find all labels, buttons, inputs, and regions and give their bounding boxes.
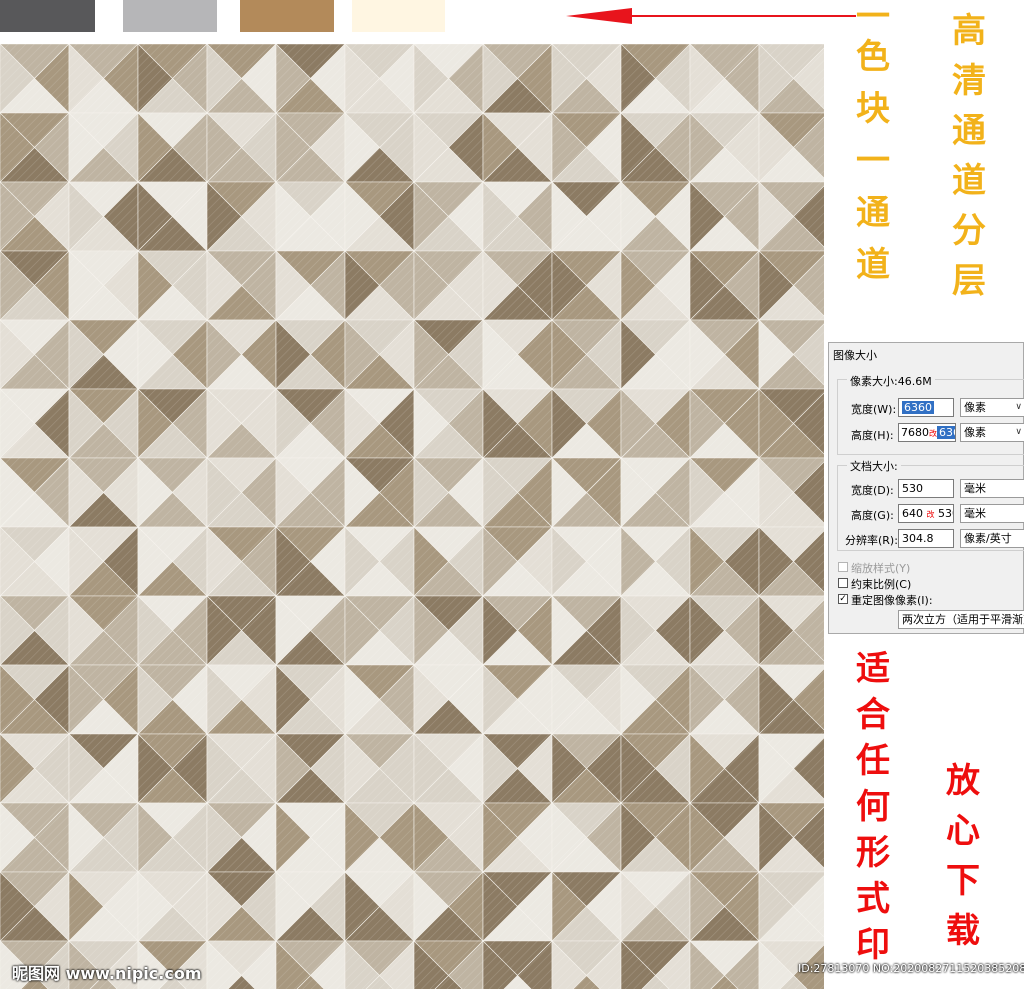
pixel-width-label: 宽度(W): [851, 403, 897, 416]
swatch-cream [352, 0, 445, 32]
annotation-char: 形 [856, 833, 890, 873]
resolution-unit-select[interactable]: 像素/英寸 [960, 529, 1024, 548]
resolution-label: 分辨率(R): [845, 534, 898, 547]
doc-width-unit: 毫米 [964, 482, 986, 495]
resample-checkbox[interactable]: ✓ [838, 594, 848, 604]
pixel-height-unit: 像素 [964, 426, 986, 439]
annotation-char: 通 [856, 193, 890, 233]
annotation-char: 任 [856, 741, 890, 781]
document-size-label: 文档大小: [847, 458, 901, 474]
constrain-proportions-label: 约束比例(C) [851, 578, 912, 591]
resample-method-select[interactable]: 两次立方（适用于平滑渐变 [898, 610, 1024, 629]
constrain-proportions-checkbox[interactable] [838, 578, 848, 588]
pixel-height-prefix: 7680 [901, 426, 929, 439]
scale-styles-label: 缩放样式(Y) [851, 562, 911, 575]
resolution-unit: 像素/英寸 [964, 532, 1012, 545]
annotation-char: 高 [952, 11, 986, 51]
geometric-pattern-image [0, 44, 824, 989]
chevron-down-icon: ∨ [1015, 402, 1022, 412]
annotation-char: 道 [856, 245, 890, 285]
annotation-char: 道 [952, 161, 986, 201]
doc-width-unit-select[interactable]: 毫米 [960, 479, 1024, 498]
site-watermark: 昵图网 www.nipic.com [12, 964, 202, 983]
annotation-char: 式 [856, 879, 890, 919]
image-size-dialog: 图像大小 像素大小:46.6M 宽度(W): 6360 像素 ∨ 高度(H): … [828, 342, 1024, 634]
annotation-hd-channel-layered: 高 清 通 道 分 层 [952, 14, 986, 298]
doc-height-prefix: 640 [902, 507, 923, 520]
doc-width-value: 530 [902, 482, 923, 495]
left-arrow-icon [566, 8, 856, 24]
edit-mark: 改 [926, 510, 935, 519]
annotation-char: 清 [952, 61, 986, 101]
image-id-watermark: ID:27813070 NO:20200827115203852088 [798, 962, 1024, 975]
scale-styles-checkbox[interactable] [838, 562, 848, 572]
pixel-width-unit: 像素 [964, 401, 986, 414]
pixel-width-input[interactable]: 6360 [898, 398, 954, 417]
annotation-char: 下 [946, 861, 980, 901]
annotation-char: 放 [946, 761, 980, 801]
resample-label: 重定图像像素(I): [851, 594, 933, 607]
resolution-value: 304.8 [902, 532, 934, 545]
doc-height-unit: 毫米 [964, 507, 986, 520]
annotation-char: 层 [952, 261, 986, 301]
pixel-width-value: 6360 [902, 401, 934, 414]
doc-height-input[interactable]: 640 改 530 [898, 504, 954, 523]
annotation-char: 合 [856, 695, 890, 735]
pixel-height-label: 高度(H): [851, 429, 894, 442]
annotation-suitable-any-print: 适 合 任 何 形 式 印 [856, 652, 890, 962]
annotation-char: 一 [856, 0, 890, 22]
annotation-char: 适 [856, 649, 890, 689]
pixel-height-value: 6360 [937, 426, 955, 439]
annotation-char: 一 [856, 141, 890, 181]
pixel-height-unit-select[interactable]: 像素 ∨ [960, 423, 1024, 442]
pixel-height-input[interactable]: 7680改6360 [898, 423, 956, 442]
annotation-char: 通 [952, 111, 986, 151]
annotation-char: 块 [856, 89, 890, 129]
annotation-download-safely: 放 心 下 载 [946, 764, 980, 948]
pixel-dimensions-group [837, 379, 1024, 455]
resample-method: 两次立方（适用于平滑渐变 [902, 613, 1024, 626]
doc-height-label: 高度(G): [851, 509, 894, 522]
doc-width-label: 宽度(D): [851, 484, 894, 497]
doc-height-unit-select[interactable]: 毫米 [960, 504, 1024, 523]
annotation-char: 载 [946, 911, 980, 951]
chevron-down-icon: ∨ [1015, 427, 1022, 437]
doc-width-input[interactable]: 530 [898, 479, 954, 498]
annotation-char: 心 [946, 811, 980, 851]
annotation-char: 何 [856, 787, 890, 827]
annotation-char: 分 [952, 211, 986, 251]
doc-height-value: 530 [938, 507, 953, 520]
annotation-char: 印 [856, 925, 890, 965]
pixel-size-label: 像素大小:46.6M [847, 373, 935, 389]
swatch-tan [240, 0, 334, 32]
pixel-width-unit-select[interactable]: 像素 ∨ [960, 398, 1024, 417]
swatch-dark-gray [0, 0, 95, 32]
annotation-one-color-one-channel: 一 色 块 一 通 道 [856, 0, 890, 282]
resolution-input[interactable]: 304.8 [898, 529, 954, 548]
edit-mark: 改 [929, 429, 937, 438]
dialog-title: 图像大小 [833, 349, 877, 362]
annotation-char: 色 [856, 37, 890, 77]
swatch-light-gray [123, 0, 217, 32]
